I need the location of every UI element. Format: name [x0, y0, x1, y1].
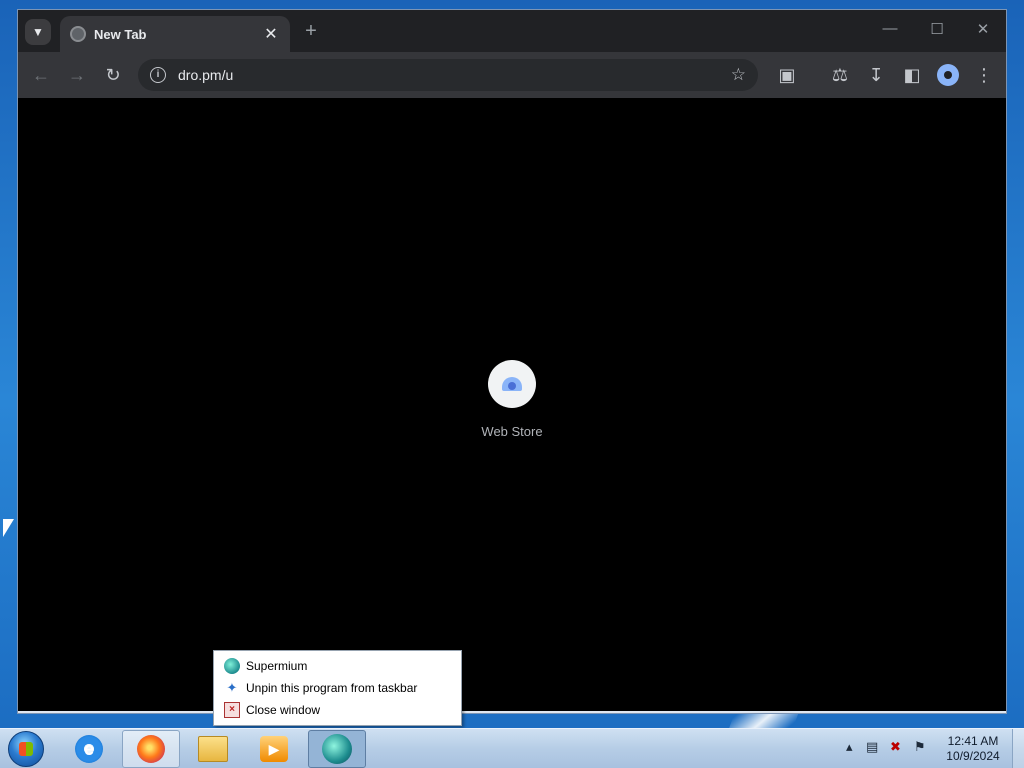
- extensions-icon[interactable]: ▣: [776, 64, 798, 86]
- taskbar-jump-list: Supermium ✦ Unpin this program from task…: [213, 650, 462, 726]
- tab-new-tab[interactable]: New Tab ✕: [60, 16, 290, 52]
- close-tab-icon[interactable]: ✕: [262, 24, 280, 44]
- jump-list-item-unpin[interactable]: ✦ Unpin this program from taskbar: [214, 677, 461, 699]
- jump-list-item-supermium[interactable]: Supermium: [214, 655, 461, 677]
- tab-strip: ▼ New Tab ✕ + — ☐ ✕: [18, 10, 1006, 52]
- bookmark-star-icon[interactable]: ☆: [731, 65, 746, 85]
- internet-explorer-icon: e: [75, 735, 103, 763]
- web-store-shortcut[interactable]: [488, 360, 536, 408]
- media-player-icon: ▶: [260, 736, 288, 762]
- mouse-cursor-icon: [3, 519, 14, 537]
- new-tab-page: Web Store: [18, 98, 1006, 711]
- tab-title: New Tab: [94, 26, 147, 42]
- taskbar-internet-explorer[interactable]: e: [60, 730, 118, 768]
- shortcut-label[interactable]: Web Store: [452, 424, 572, 439]
- downloads-icon[interactable]: ↧: [865, 64, 887, 86]
- firefox-icon: [137, 735, 165, 763]
- labs-icon[interactable]: ⚖: [829, 64, 851, 86]
- clock-date: 10/9/2024: [946, 749, 1000, 763]
- taskbar-firefox[interactable]: [122, 730, 180, 768]
- url-text[interactable]: dro.pm/u: [178, 67, 731, 83]
- address-bar[interactable]: i dro.pm/u ☆: [138, 59, 758, 91]
- supermium-icon: [322, 734, 352, 764]
- menu-icon[interactable]: ⋮: [973, 64, 995, 86]
- minimize-icon[interactable]: —: [875, 20, 905, 37]
- new-tab-button[interactable]: +: [301, 20, 321, 43]
- tab-search-chevron-icon[interactable]: ▼: [25, 19, 51, 45]
- file-explorer-icon: [198, 736, 228, 762]
- start-button[interactable]: [8, 731, 44, 767]
- supermium-icon: [224, 658, 240, 674]
- jump-list-label: Close window: [246, 703, 321, 717]
- taskbar: e ▶ ▴ ▤ ✖ ⚑ 12:41 AM 10/9/2024: [0, 728, 1024, 768]
- forward-icon[interactable]: →: [66, 64, 88, 86]
- info-icon[interactable]: i: [150, 67, 166, 83]
- web-store-icon: [502, 377, 522, 391]
- back-icon[interactable]: ←: [30, 64, 52, 86]
- globe-icon: [70, 26, 86, 42]
- show-hidden-icons-icon[interactable]: ▴: [846, 739, 853, 755]
- unpin-icon: ✦: [226, 680, 238, 695]
- jump-list-label: Supermium: [246, 659, 308, 673]
- reload-icon[interactable]: ↻: [102, 64, 124, 86]
- taskbar-media-player[interactable]: ▶: [245, 730, 303, 768]
- browser-window: ▼ New Tab ✕ + — ☐ ✕ ← → ↻ i dro.pm/u ☆ ▣…: [17, 9, 1007, 714]
- jump-list-item-close-window[interactable]: × Close window: [214, 699, 461, 721]
- clock-time: 12:41 AM: [947, 734, 999, 748]
- taskbar-supermium[interactable]: [308, 730, 366, 768]
- network-icon[interactable]: ▤: [866, 739, 878, 755]
- close-window-icon: ×: [224, 702, 240, 718]
- system-clock[interactable]: 12:41 AM 10/9/2024: [940, 734, 1006, 764]
- side-panel-icon[interactable]: ◧: [901, 64, 923, 86]
- browser-toolbar: ← → ↻ i dro.pm/u ☆ ▣ ⚖ ↧ ◧ ⋮: [18, 52, 1006, 98]
- show-desktop-button[interactable]: [1012, 729, 1024, 768]
- action-center-flag-icon[interactable]: ⚑: [914, 739, 926, 755]
- maximize-icon[interactable]: ☐: [922, 20, 952, 38]
- jump-list-label: Unpin this program from taskbar: [246, 681, 418, 695]
- taskbar-file-explorer[interactable]: [184, 730, 242, 768]
- close-window-icon[interactable]: ✕: [968, 20, 998, 38]
- volume-muted-icon[interactable]: ✖: [890, 739, 901, 755]
- profile-icon[interactable]: [937, 64, 959, 86]
